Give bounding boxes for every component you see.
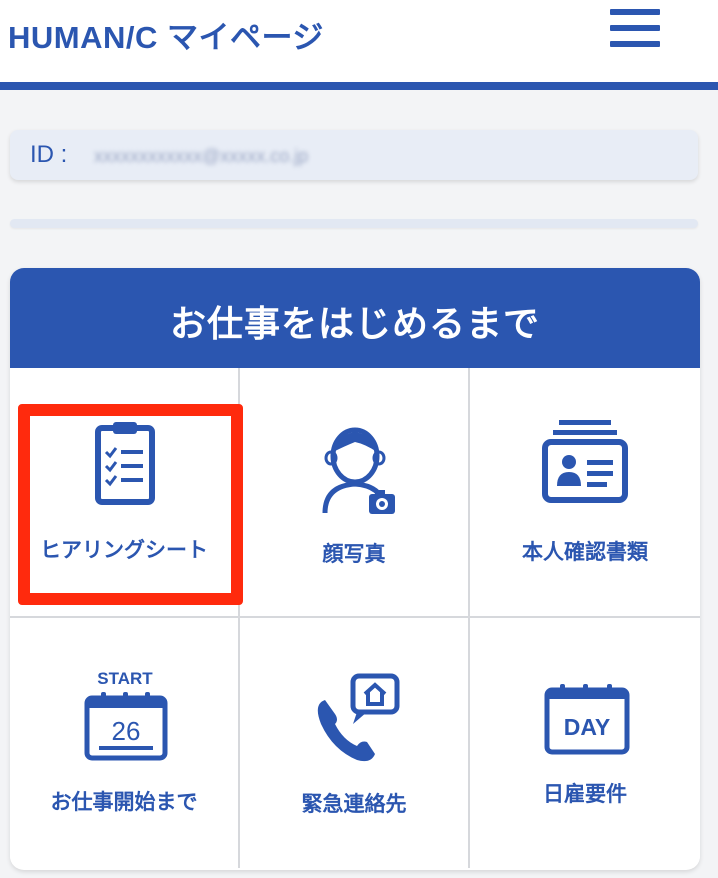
header-divider xyxy=(0,82,718,90)
menu-item-label: 本人確認書類 xyxy=(522,540,648,564)
phone-home-icon xyxy=(317,673,400,762)
site-logo[interactable]: HUMAN/C マイページ xyxy=(8,12,324,57)
menu-item-day-labor-requirements[interactable]: DAY 日雇要件 xyxy=(470,618,700,868)
menu-item-label: ヒアリングシート xyxy=(40,538,208,562)
hamburger-icon[interactable] xyxy=(610,9,662,49)
id-card-icon xyxy=(542,420,628,503)
day-calendar-icon: DAY xyxy=(544,684,630,755)
menu-item-label: お仕事開始まで xyxy=(50,790,198,814)
menu-item-hearing-sheet[interactable]: ヒアリングシート xyxy=(10,368,240,618)
id-value: xxxxxxxxxxxx@xxxxx.co.jp xyxy=(94,146,309,166)
menu-item-label: 顔写真 xyxy=(322,542,386,566)
menu-item-face-photo[interactable]: 顔写真 xyxy=(240,368,470,618)
account-id-box: ID : xxxxxxxxxxxx@xxxxx.co.jp xyxy=(10,130,698,180)
start-text: START xyxy=(97,670,153,688)
menu-item-emergency-contact[interactable]: 緊急連絡先 xyxy=(240,618,470,868)
card-title: お仕事をはじめるまで xyxy=(169,304,540,345)
face-photo-icon xyxy=(322,427,395,514)
menu-item-work-start[interactable]: START 26 お仕事開始まで xyxy=(10,618,240,868)
id-label: ID : xyxy=(30,141,68,168)
app-header: HUMAN/C マイページ xyxy=(0,0,718,82)
start-calendar-icon: START 26 xyxy=(84,670,168,761)
calendar-day-text: 26 xyxy=(112,716,141,746)
clipboard-checklist-icon xyxy=(95,422,155,505)
card-header: お仕事をはじめるまで xyxy=(10,268,700,368)
menu-item-id-document[interactable]: 本人確認書類 xyxy=(470,368,700,618)
onboarding-card: お仕事をはじめるまで ヒアリングシート 顔写真 本人確認書類 START 26 … xyxy=(10,268,700,870)
info-strip xyxy=(10,219,698,228)
menu-item-label: 緊急連絡先 xyxy=(301,792,407,816)
menu-item-label: 日雇要件 xyxy=(543,782,627,806)
day-text: DAY xyxy=(564,714,610,740)
